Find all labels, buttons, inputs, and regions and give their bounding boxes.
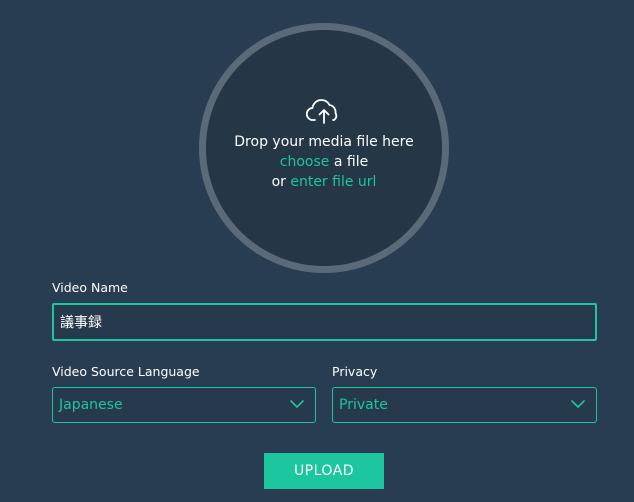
media-drop-zone[interactable]: Drop your media file here choose a file …: [199, 23, 449, 273]
choose-file-line: choose a file: [206, 152, 442, 172]
drop-zone-content: Drop your media file here choose a file …: [206, 98, 442, 192]
cloud-upload-icon: [306, 99, 338, 124]
source-language-value: Japanese: [59, 397, 123, 413]
privacy-value: Private: [339, 397, 388, 413]
source-language-select[interactable]: Japanese: [52, 387, 316, 423]
privacy-label: Privacy: [332, 364, 378, 379]
file-url-prefix: or: [271, 174, 291, 190]
drop-instruction: Drop your media file here: [234, 134, 414, 150]
file-url-line: or enter file url: [206, 172, 442, 192]
chevron-down-icon: [290, 400, 304, 408]
video-name-input[interactable]: [52, 303, 597, 341]
upload-dialog: Drop your media file here choose a file …: [0, 0, 634, 502]
video-name-label: Video Name: [52, 280, 128, 295]
upload-button[interactable]: UPLOAD: [264, 453, 384, 489]
enter-file-url-link[interactable]: enter file url: [290, 174, 376, 190]
choose-file-suffix: a file: [329, 154, 369, 170]
choose-file-link[interactable]: choose: [280, 154, 330, 170]
source-language-label: Video Source Language: [52, 364, 200, 379]
privacy-select[interactable]: Private: [332, 387, 597, 423]
chevron-down-icon: [571, 400, 585, 408]
